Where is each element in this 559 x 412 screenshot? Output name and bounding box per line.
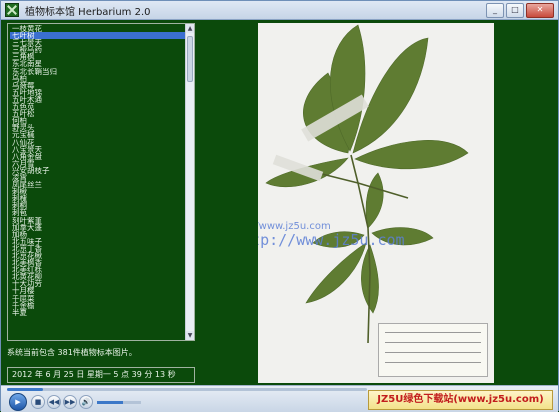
app-icon [5, 3, 19, 17]
download-site-badge: JZ5U绿色下载站(www.jz5u.com) [368, 390, 553, 410]
species-list-item[interactable]: 野灵头 [10, 124, 186, 131]
list-scrollbar[interactable]: ▲ ▼ [185, 24, 194, 340]
species-list-item[interactable]: 刺桐 [10, 202, 186, 209]
species-list-item[interactable]: 北京丁香 [10, 245, 186, 252]
species-list-item[interactable]: 五叶松 [10, 110, 186, 117]
seek-bar[interactable] [7, 388, 367, 391]
species-list-item[interactable]: 五叶木通 [10, 96, 186, 103]
scroll-up-icon[interactable]: ▲ [186, 24, 194, 33]
species-list-item[interactable]: 兴安胡枝子 [10, 167, 186, 174]
species-list-item[interactable]: 八角金盘 [10, 153, 186, 160]
species-list-item[interactable]: 何柏 [10, 117, 186, 124]
species-list-item[interactable]: 北美枫香 [10, 259, 186, 266]
species-list-item[interactable]: 北黄花柳 [10, 273, 186, 280]
species-list-item[interactable]: 三七景天 [10, 39, 186, 46]
species-list-item[interactable]: 凤尾丝兰 [10, 181, 186, 188]
species-list-item[interactable]: 元宝槭 [10, 131, 186, 138]
species-list-item[interactable]: 北美红栎 [10, 266, 186, 273]
window-title: 植物标本馆 Herbarium 2.0 [25, 6, 151, 18]
minimize-button[interactable]: _ [486, 3, 504, 18]
species-list-item[interactable]: 一枝黄花 [10, 25, 186, 32]
species-list-item[interactable]: 刻叶紫堇 [10, 217, 186, 224]
species-list-item[interactable]: 东北长鞘当归 [10, 68, 186, 75]
species-list-item[interactable]: 加拿大蓬 [10, 224, 186, 231]
species-list-item[interactable]: 加杨 [10, 231, 186, 238]
stop-button[interactable]: ■ [31, 395, 45, 409]
species-list-item[interactable]: 凌霄 [10, 174, 186, 181]
species-listbox[interactable]: 一枝黄花 七叶树 三七景天 三桠乌药 三角枫 东北南星 东北长鞘当归 乌柏 乌蔹莓 五叶地锦 五叶木… [7, 23, 195, 341]
species-list-item[interactable]: 千屈菜 [10, 295, 186, 302]
species-list-item[interactable]: 乌柏 [10, 75, 186, 82]
specimen-label-card [378, 323, 488, 377]
next-button[interactable]: ▶▶ [63, 395, 77, 409]
window-controls: _ □ ✕ [486, 3, 554, 18]
species-list-item[interactable]: 八仙花 [10, 139, 186, 146]
title-bar[interactable]: 植物标本馆 Herbarium 2.0 _ □ ✕ [1, 1, 558, 20]
species-list-item[interactable]: 刺苞 [10, 209, 186, 216]
species-list-item[interactable]: 六月雪 [10, 160, 186, 167]
species-list-item[interactable]: 三角枫 [10, 53, 186, 60]
specimen-count-text: 系统当前包含 381件植物标本图片。 [7, 348, 137, 357]
maximize-button[interactable]: □ [506, 3, 524, 18]
species-list-item[interactable]: 乌蔹莓 [10, 82, 186, 89]
species-list-item[interactable]: 五叶地锦 [10, 89, 186, 96]
herbarium-window: 植物标本馆 Herbarium 2.0 _ □ ✕ 一枝黄花 七叶树 三七景天 三桠乌… [0, 0, 559, 412]
species-list-item[interactable]: 半夏 [10, 309, 186, 316]
species-list-item[interactable]: 北京花楸 [10, 252, 186, 259]
species-list-item[interactable]: 十月樱 [10, 287, 186, 294]
volume-level [97, 401, 124, 404]
play-button[interactable]: ▶ [9, 393, 27, 411]
mute-button[interactable]: 🔊 [79, 395, 93, 409]
scroll-thumb[interactable] [187, 36, 193, 82]
species-list: 一枝黄花 七叶树 三七景天 三桠乌药 三角枫 东北南星 东北长鞘当归 乌柏 乌蔹莓 五叶地锦 五叶木… [10, 25, 186, 316]
species-list-item[interactable]: 刺楸 [10, 188, 186, 195]
species-list-item[interactable]: 三桠乌药 [10, 46, 186, 53]
species-list-item[interactable]: 八宝景天 [10, 146, 186, 153]
specimen-image-viewer[interactable]: http://www.jz5u.com http://www.jz5u.com [258, 23, 494, 383]
species-list-item[interactable]: 七叶树 [10, 32, 186, 40]
close-button[interactable]: ✕ [526, 3, 554, 18]
scroll-down-icon[interactable]: ▼ [186, 331, 194, 340]
species-list-item[interactable]: 十大功劳 [10, 280, 186, 287]
watermark-large: http://www.jz5u.com [258, 231, 405, 249]
species-list-item[interactable]: 五色苋 [10, 103, 186, 110]
species-list-item[interactable]: 北五味子 [10, 238, 186, 245]
datetime-display: 2012 年 6 月 25 日 星期一 5 点 39 分 13 秒 [7, 367, 195, 383]
species-list-item[interactable]: 刺槐 [10, 195, 186, 202]
volume-slider[interactable] [97, 401, 141, 404]
seek-progress [7, 388, 43, 391]
species-list-item[interactable]: 东北南星 [10, 60, 186, 67]
species-list-item[interactable]: 千金榆 [10, 302, 186, 309]
previous-button[interactable]: ◀◀ [47, 395, 61, 409]
